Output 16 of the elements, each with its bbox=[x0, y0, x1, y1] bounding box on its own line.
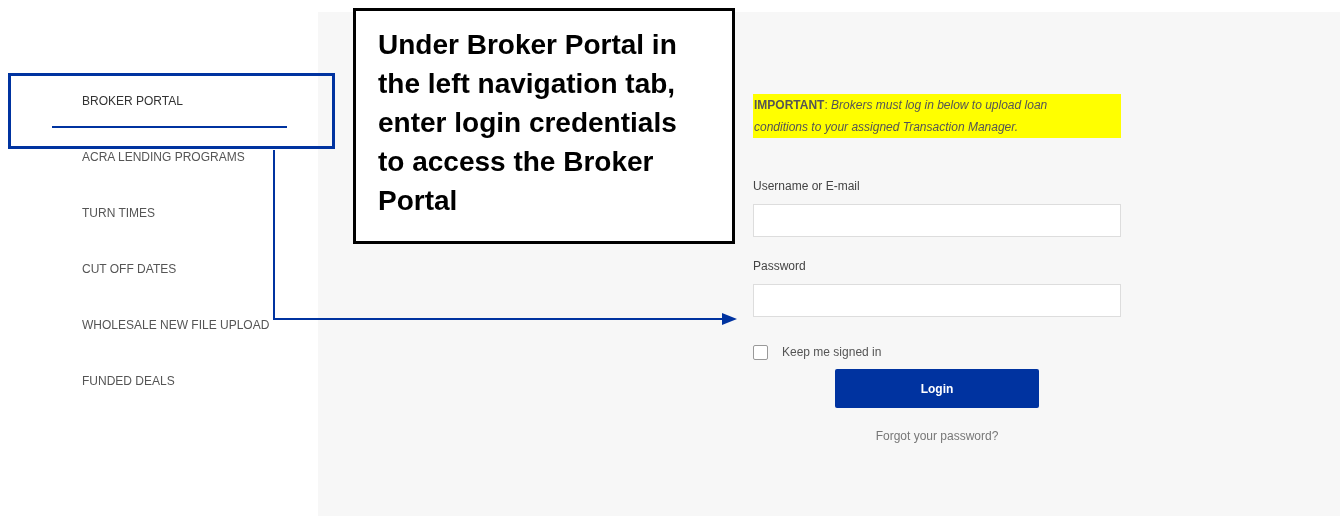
nav-link[interactable]: TURN TIMES bbox=[82, 206, 156, 221]
field-label: Password bbox=[753, 258, 807, 275]
nav-link[interactable]: CUT OFF DATES bbox=[82, 262, 177, 277]
nav-link[interactable]: ACRA LENDING PROGRAMS bbox=[82, 150, 245, 165]
annotation-text: Under Broker Portal in the left navigation tab, enter login credentials to access the Broker Portal bbox=[353, 8, 735, 244]
nav-link[interactable]: WHOLESALE NEW FILE UPLOAD bbox=[82, 318, 270, 333]
important-notice: IMPORTANT: Brokers must log in below to upload loan conditions to your assigned Transaction Manager. bbox=[753, 94, 1121, 138]
checkbox[interactable] bbox=[753, 344, 768, 360]
nav-link[interactable]: FUNDED DEALS bbox=[82, 374, 175, 389]
input-field[interactable] bbox=[753, 284, 1121, 317]
login-button[interactable]: Login bbox=[835, 369, 1039, 408]
nav-link[interactable]: BROKER PORTAL bbox=[82, 94, 183, 109]
input-field[interactable] bbox=[753, 204, 1121, 237]
field-label: Username or E-mail bbox=[753, 178, 861, 195]
checkbox-label: Keep me signed in bbox=[782, 344, 882, 361]
forgot-password-link[interactable]: Forgot your password? bbox=[753, 427, 1121, 445]
